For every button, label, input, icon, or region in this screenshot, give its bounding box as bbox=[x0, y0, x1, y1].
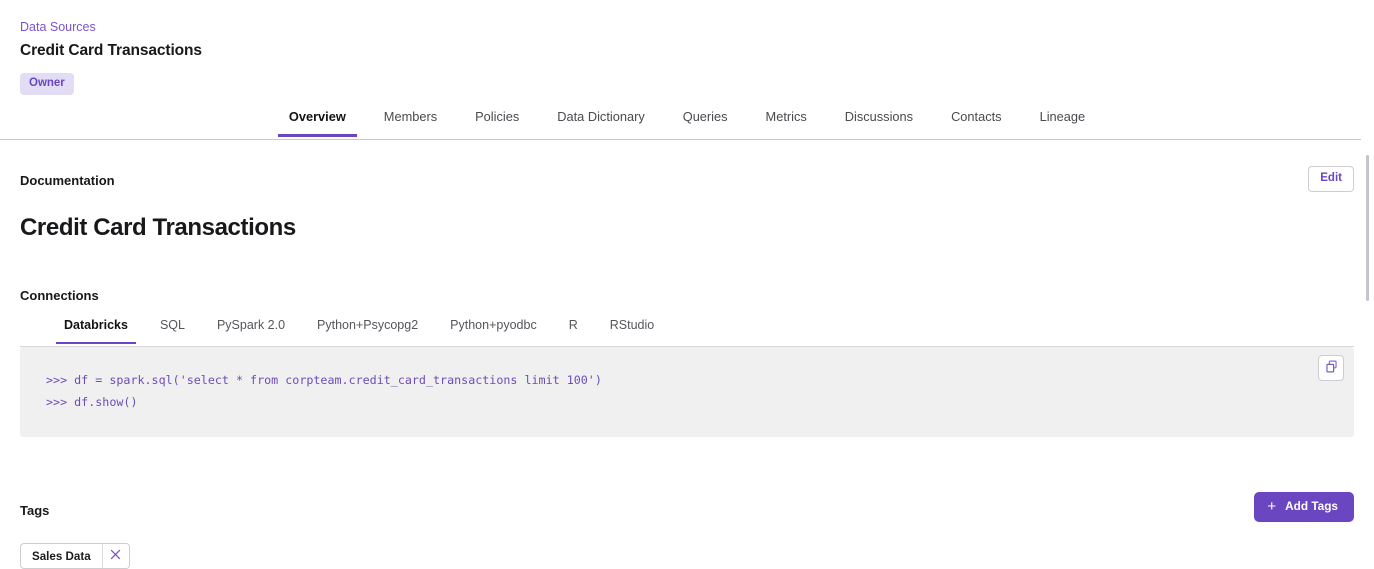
tags-label: Tags bbox=[20, 503, 50, 518]
tab-overview[interactable]: Overview bbox=[270, 109, 365, 137]
tag-list: Sales Data bbox=[20, 543, 1354, 569]
tab-members[interactable]: Members bbox=[365, 109, 456, 135]
add-tags-button[interactable]: + Add Tags bbox=[1254, 492, 1354, 522]
conn-tab-pyspark[interactable]: PySpark 2.0 bbox=[201, 317, 301, 343]
tab-data-dictionary[interactable]: Data Dictionary bbox=[538, 109, 663, 135]
page-header: Data Sources Credit Card Transactions Ow… bbox=[0, 0, 1374, 95]
tab-policies[interactable]: Policies bbox=[456, 109, 538, 135]
tab-lineage[interactable]: Lineage bbox=[1021, 109, 1105, 135]
code-line: >>> df.show() bbox=[46, 395, 138, 409]
conn-tab-rstudio[interactable]: RStudio bbox=[594, 317, 670, 343]
tag-chip-label: Sales Data bbox=[32, 549, 91, 563]
scrollbar-thumb[interactable] bbox=[1366, 155, 1369, 301]
code-line: >>> df = spark.sql('select * from corpte… bbox=[46, 373, 602, 387]
connections-tabbar: Databricks SQL PySpark 2.0 Python+Psycop… bbox=[20, 317, 1354, 347]
connections-label: Connections bbox=[20, 288, 99, 303]
owner-role-badge: Owner bbox=[20, 73, 74, 95]
edit-documentation-button[interactable]: Edit bbox=[1308, 166, 1354, 192]
documentation-label: Documentation bbox=[20, 173, 115, 188]
badge-row: Owner bbox=[20, 73, 1374, 95]
conn-tab-databricks[interactable]: Databricks bbox=[48, 317, 144, 344]
conn-tab-sql[interactable]: SQL bbox=[144, 317, 201, 343]
tab-metrics[interactable]: Metrics bbox=[747, 109, 826, 135]
conn-tab-python-pyodbc[interactable]: Python+pyodbc bbox=[434, 317, 553, 343]
primary-tabbar: Overview Members Policies Data Dictionar… bbox=[0, 109, 1374, 140]
tag-chip[interactable]: Sales Data bbox=[20, 543, 130, 569]
close-icon bbox=[110, 547, 121, 565]
add-tags-label: Add Tags bbox=[1285, 499, 1338, 513]
plus-icon: + bbox=[1267, 498, 1277, 515]
remove-tag-button[interactable] bbox=[101, 544, 129, 568]
tab-queries[interactable]: Queries bbox=[664, 109, 747, 135]
copy-code-button[interactable] bbox=[1318, 355, 1344, 381]
documentation-section-header: Documentation Edit bbox=[20, 140, 1354, 192]
main-content: Documentation Edit Credit Card Transacti… bbox=[0, 140, 1374, 569]
breadcrumb-data-sources[interactable]: Data Sources bbox=[20, 19, 96, 35]
page-title: Credit Card Transactions bbox=[20, 42, 202, 59]
connection-code-block: >>> df = spark.sql('select * from corpte… bbox=[20, 347, 1354, 437]
tab-discussions[interactable]: Discussions bbox=[826, 109, 932, 135]
copy-icon bbox=[1325, 360, 1338, 376]
conn-tab-r[interactable]: R bbox=[553, 317, 594, 343]
tab-contacts[interactable]: Contacts bbox=[932, 109, 1021, 135]
vertical-scrollbar[interactable] bbox=[1361, 131, 1374, 563]
documentation-title: Credit Card Transactions bbox=[20, 214, 296, 241]
conn-tab-python-psycopg2[interactable]: Python+Psycopg2 bbox=[301, 317, 434, 343]
tags-section-header: Tags + Add Tags bbox=[20, 437, 1354, 522]
